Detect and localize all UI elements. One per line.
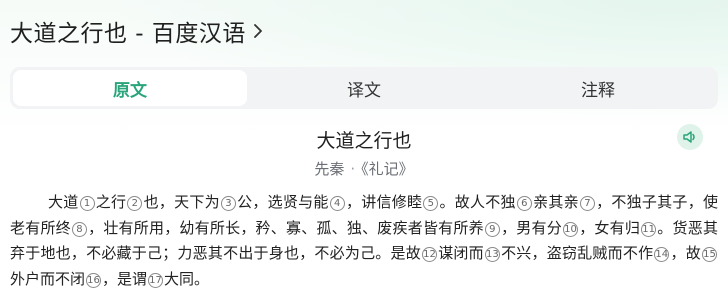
poem-text-segment: 大同。 [164, 269, 210, 288]
poem-text-segment: 之行 [95, 193, 127, 211]
annotation-marker[interactable]: 17 [148, 272, 164, 288]
chevron-right-icon [254, 24, 262, 38]
annotation-marker[interactable]: 4 [329, 196, 345, 211]
tab-original[interactable]: 原文 [13, 70, 247, 106]
annotation-marker[interactable]: 5 [423, 196, 439, 211]
poem-author-line: 先秦 · 《礼记》 [0, 158, 728, 179]
annotation-marker[interactable]: 3 [220, 196, 236, 211]
annotation-marker[interactable]: 14 [654, 247, 670, 262]
poem-text-segment: 亲其亲 [532, 193, 579, 211]
poem-text-segment: 公，选贤与能 [236, 193, 329, 211]
poem-text-segment: 不兴，盗窃乱贼而不作 [500, 244, 654, 262]
annotation-marker[interactable]: 7 [579, 196, 595, 211]
poem-source: 《礼记》 [361, 160, 414, 178]
poem-text-segment: ，是谓 [102, 269, 148, 288]
annotation-marker[interactable]: 6 [516, 196, 532, 211]
separator-dot: · [350, 160, 356, 178]
annotation-marker[interactable]: 10 [562, 221, 578, 237]
annotation-marker[interactable]: 12 [421, 247, 437, 262]
poem-text-segment: 。故人不独 [439, 193, 516, 211]
annotation-marker[interactable]: 16 [86, 272, 102, 288]
annotation-marker[interactable]: 8 [71, 221, 87, 237]
annotation-marker[interactable]: 9 [484, 221, 500, 237]
tab-translation[interactable]: 译文 [247, 70, 481, 106]
tab-translation-label: 译文 [347, 80, 381, 101]
tab-original-label: 原文 [113, 80, 147, 101]
poem-text-segment: ，故 [670, 244, 701, 262]
poem-text-segment: ，女有归 [578, 218, 641, 237]
annotation-marker[interactable]: 15 [701, 247, 717, 262]
annotation-marker[interactable]: 1 [79, 196, 95, 211]
poem-body: 大道 1 之行 2 也，天下为 3 公，选贤与能 4 ，讲信修睦 5 。故人不独 6 亲其亲 7 ，不独子其… [10, 190, 718, 292]
poem-dynasty: 先秦 [314, 160, 345, 178]
annotation-marker[interactable]: 2 [127, 196, 143, 211]
tab-annotation-label: 注释 [581, 80, 615, 101]
poem-text-segment: 外户而不闭 [10, 269, 86, 288]
tab-annotation[interactable]: 注释 [481, 70, 715, 106]
speaker-icon [683, 131, 695, 143]
annotation-marker[interactable]: 13 [484, 247, 500, 262]
tab-bar: 原文 译文 注释 [10, 67, 718, 109]
poem-text-segment: ，男有分 [500, 218, 562, 237]
annotation-marker[interactable]: 11 [641, 221, 657, 237]
poem-text-segment: 谋闭而 [437, 244, 484, 262]
poem-text-segment: ，讲信修睦 [345, 193, 423, 211]
poem-text-segment: 大道 [48, 193, 79, 211]
poem-text-segment: ，壮有所用，幼有所长，矜、寡、孤、独、废疾者皆有所养 [87, 218, 484, 237]
poem-text-segment: 也，天下为 [143, 193, 220, 211]
poem-title: 大道之行也 [316, 130, 412, 152]
audio-button[interactable] [677, 124, 703, 150]
page-header-link[interactable]: 大道之行也 - 百度汉语 [10, 14, 263, 48]
page-title: 大道之行也 - 百度汉语 [10, 21, 246, 47]
